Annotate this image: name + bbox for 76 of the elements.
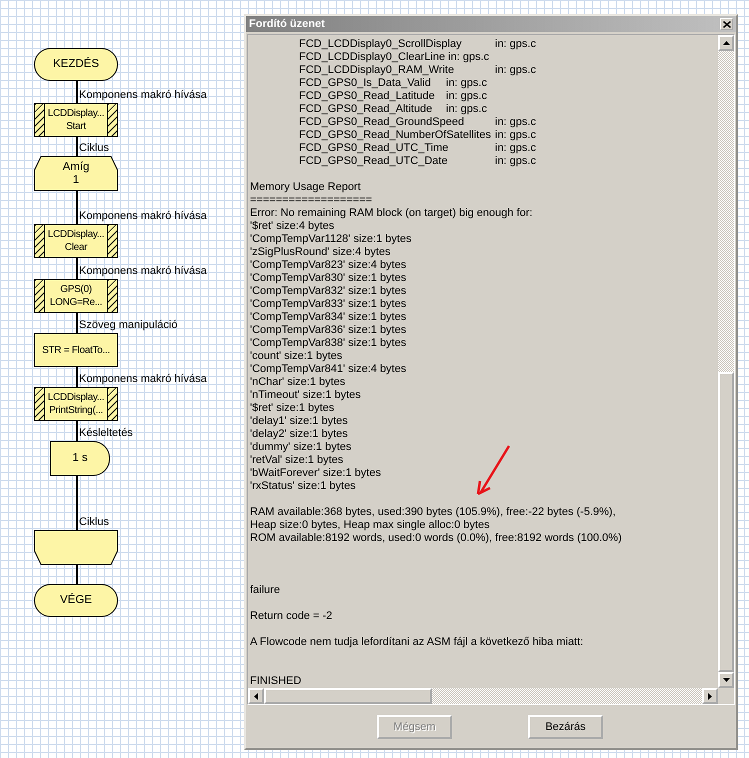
macro-node[interactable]: GPS(0) LONG=Re... <box>34 279 118 313</box>
scroll-down-button[interactable] <box>718 672 734 688</box>
log-line: Return code = -2 <box>250 610 332 623</box>
log-line: 'rxStatus' size:1 bytes <box>250 480 356 493</box>
log-line: FCD_GPS0_Read_UTC_Time in: gps.c <box>298 142 536 155</box>
log-line: FCD_LCDDisplay0_ClearLine in: gps.c <box>298 51 490 64</box>
node-caption: Komponens makró hívása <box>79 89 207 102</box>
scroll-thumb[interactable] <box>718 372 734 672</box>
close-button[interactable] <box>720 18 733 30</box>
scroll-right-button[interactable] <box>702 688 718 704</box>
log-line: 'CompTempVar830' size:1 bytes <box>250 272 406 285</box>
log-line: 'delay1' size:1 bytes <box>250 415 348 428</box>
node-caption: Szöveg manipuláció <box>79 319 178 332</box>
window-title: Fordító üzenet <box>249 18 325 30</box>
log-line: 'bWaitForever' size:1 bytes <box>250 467 381 480</box>
scroll-left-button[interactable] <box>248 688 264 704</box>
macro-node[interactable]: LCDDisplay... PrintString(... <box>34 387 118 421</box>
log-line: '$ret' size:1 bytes <box>250 402 334 415</box>
scroll-up-button[interactable] <box>718 35 734 51</box>
log-line: 'CompTempVar832' size:1 bytes <box>250 285 406 298</box>
node-caption: Komponens makró hívása <box>79 373 207 386</box>
node-caption: Ciklus <box>79 142 109 155</box>
log-line: FCD_GPS0_Read_NumberOfSatellites in: gps.c <box>298 129 536 142</box>
down-arrow-icon <box>722 678 730 682</box>
left-arrow-icon <box>254 692 258 700</box>
terminal-node[interactable]: KEZDÉS <box>34 48 118 81</box>
loop-start-node[interactable]: Amíg 1 <box>34 156 118 191</box>
log-line: Error: No remaining RAM block (on target) big enough for: <box>250 207 532 220</box>
log-line: Heap size:0 bytes, Heap max single alloc:0 bytes <box>250 519 490 532</box>
log-line: 'CompTempVar823' size:4 bytes <box>250 259 406 272</box>
log-line: 'CompTempVar834' size:1 bytes <box>250 311 406 324</box>
log-line: FCD_GPS0_Read_UTC_Date in: gps.c <box>298 155 536 168</box>
log-line: =================== <box>250 194 372 207</box>
close-icon <box>722 20 730 28</box>
log-line: RAM available:368 bytes, used:390 bytes (105.9%), free:-22 bytes (-5.9%), <box>250 506 616 519</box>
annotation-arrow <box>476 444 512 496</box>
log-line: 'nTimeout' size:1 bytes <box>250 389 361 402</box>
terminal-node[interactable]: VÉGE <box>34 584 118 617</box>
right-arrow-icon <box>708 692 712 700</box>
log-line: 'CompTempVar841' size:4 bytes <box>250 363 406 376</box>
scroll-thumb[interactable] <box>264 688 432 704</box>
delay-node[interactable]: 1 s <box>50 441 110 476</box>
log-line: A Flowcode nem tudja lefordítani az ASM fájl a következő hiba miatt: <box>250 636 584 649</box>
close-dialog-button[interactable]: Bezárás <box>528 714 603 738</box>
log-line: 'delay2' size:1 bytes <box>250 428 348 441</box>
loop-end-node[interactable] <box>34 530 118 565</box>
log-line: 'nChar' size:1 bytes <box>250 376 346 389</box>
log-line: FCD_LCDDisplay0_ScrollDisplay in: gps.c <box>298 38 536 51</box>
node-caption: Késleltetés <box>79 427 133 440</box>
log-line: failure <box>250 584 280 597</box>
log-line: FCD_GPS0_Read_Latitude in: gps.c <box>298 90 487 103</box>
log-line: 'CompTempVar838' size:1 bytes <box>250 337 406 350</box>
log-line: 'zSigPlusRound' size:4 bytes <box>250 246 391 259</box>
node-caption: Komponens makró hívása <box>79 210 207 223</box>
log-line: 'retVal' size:1 bytes <box>250 454 344 467</box>
log-line: 'CompTempVar1128' size:1 bytes <box>250 233 412 246</box>
node-caption: Ciklus <box>79 516 109 529</box>
macro-node[interactable]: LCDDisplay... Clear <box>34 224 118 258</box>
log-line: FCD_GPS0_Read_GroundSpeed in: gps.c <box>298 116 536 129</box>
log-line: 'dummy' size:1 bytes <box>250 441 352 454</box>
log-line: 'count' size:1 bytes <box>250 350 342 363</box>
log-line: Memory Usage Report <box>250 181 361 194</box>
log-line: FCD_LCDDisplay0_RAM_Write in: gps.c <box>298 64 536 77</box>
horizontal-scrollbar[interactable] <box>248 688 718 704</box>
process-node[interactable]: STR = FloatTo... <box>34 333 118 367</box>
log-line: '$ret' size:4 bytes <box>250 220 334 233</box>
macro-node[interactable]: LCDDisplay... Start <box>34 103 118 137</box>
log-line: 'CompTempVar833' size:1 bytes <box>250 298 406 311</box>
log-line: FCD_GPS0_Read_Altitude in: gps.c <box>298 103 487 116</box>
up-arrow-icon <box>722 41 730 45</box>
log-line: FCD_GPS0_Is_Data_Valid in: gps.c <box>298 77 487 90</box>
node-caption: Komponens makró hívása <box>79 265 207 278</box>
log-line: FINISHED <box>250 675 302 688</box>
vertical-scrollbar[interactable] <box>718 35 734 688</box>
log-line: 'CompTempVar836' size:1 bytes <box>250 324 406 337</box>
log-line: ROM available:8192 words, used:0 words (0.0%), free:8192 words (100.0%) <box>250 532 622 545</box>
